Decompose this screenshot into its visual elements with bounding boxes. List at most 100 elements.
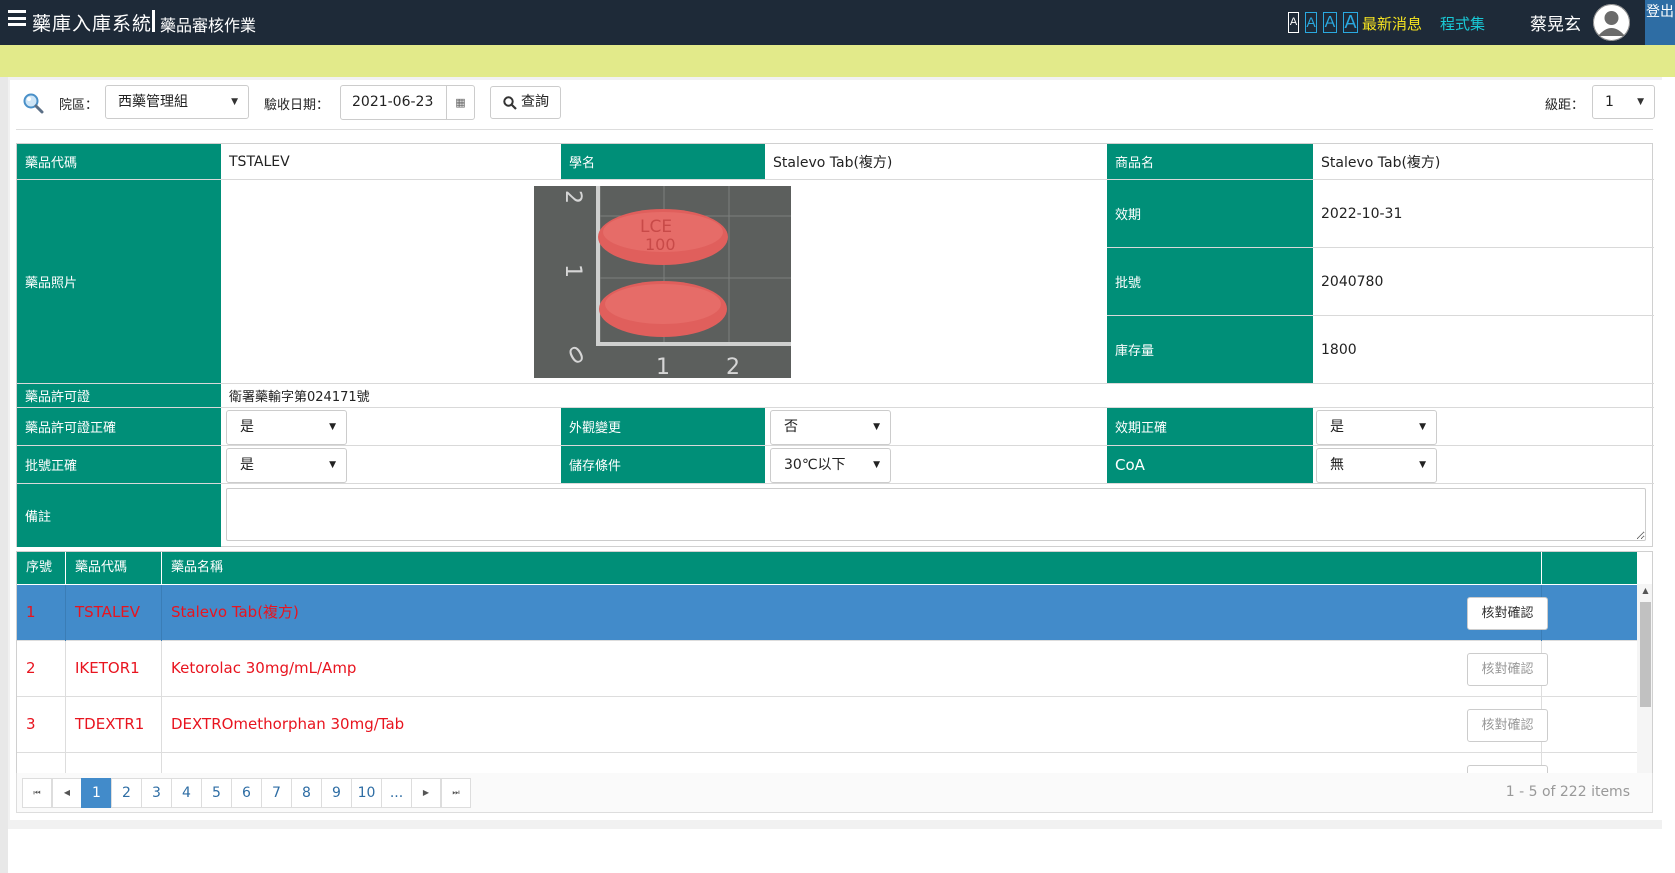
lot-correct-dropdown[interactable]: 是 ▼ bbox=[226, 448, 347, 483]
level-dropdown[interactable]: 1 ▼ bbox=[1592, 85, 1655, 119]
campus-label: 院區： bbox=[59, 98, 99, 113]
top-navbar: 藥庫入庫系統 藥品審核作業 A A A A 最新消息 程式集 蔡晃玄 登出 bbox=[0, 0, 1675, 45]
prev-page-icon[interactable]: ◀ bbox=[52, 778, 82, 808]
license-value: 衛署藥輸字第024171號 bbox=[229, 390, 370, 405]
verify-confirm-button[interactable]: 核對確認 bbox=[1467, 709, 1548, 742]
level-label: 級距： bbox=[1545, 98, 1585, 113]
row-code: IKETOR1 bbox=[66, 641, 162, 697]
lot-correct-label: 批號正確 bbox=[17, 446, 221, 483]
remark-label: 備註 bbox=[17, 484, 221, 547]
page-5[interactable]: 5 bbox=[201, 778, 232, 808]
scrollbar-thumb[interactable] bbox=[1640, 602, 1651, 707]
font-size-large-button[interactable]: A bbox=[1343, 12, 1358, 33]
license-label: 藥品許可證 bbox=[17, 384, 221, 407]
hamburger-menu-icon[interactable] bbox=[8, 10, 26, 26]
appearance-change-value: 否 bbox=[784, 419, 798, 435]
chevron-down-icon: ▼ bbox=[1637, 97, 1644, 107]
receive-date-picker[interactable]: 2021-06-23 ▦ bbox=[340, 85, 475, 120]
chevron-down-icon: ▼ bbox=[873, 422, 880, 432]
coa-label: CoA bbox=[1107, 446, 1313, 483]
last-page-icon[interactable]: ⏭ bbox=[441, 778, 471, 808]
page-9[interactable]: 9 bbox=[321, 778, 352, 808]
campus-dropdown[interactable]: 西藥管理組 ▼ bbox=[105, 85, 249, 119]
next-page-icon[interactable]: ▶ bbox=[411, 778, 441, 808]
programs-link[interactable]: 程式集 bbox=[1440, 13, 1485, 34]
font-size-small-button[interactable]: A bbox=[1305, 12, 1317, 33]
expiry-label: 效期 bbox=[1107, 180, 1313, 247]
row-divider bbox=[17, 483, 1654, 484]
calendar-icon[interactable]: ▦ bbox=[446, 86, 474, 119]
expiry-correct-dropdown[interactable]: 是 ▼ bbox=[1316, 410, 1437, 445]
page-3[interactable]: 3 bbox=[141, 778, 172, 808]
remark-textarea[interactable] bbox=[226, 488, 1646, 541]
latest-news-link[interactable]: 最新消息 bbox=[1362, 13, 1422, 34]
notice-bar bbox=[0, 45, 1675, 77]
column-header-no[interactable]: 序號 bbox=[17, 552, 66, 584]
chevron-down-icon: ▼ bbox=[231, 97, 238, 107]
page-4[interactable]: 4 bbox=[171, 778, 202, 808]
brand-name-label: 商品名 bbox=[1107, 144, 1313, 179]
search-icon bbox=[503, 96, 517, 110]
column-header-name[interactable]: 藥品名稱 bbox=[162, 552, 1542, 584]
app-title: 藥庫入庫系統 bbox=[32, 13, 153, 35]
verify-confirm-button[interactable]: 核對確認 bbox=[1467, 597, 1548, 630]
drug-code-value: TSTALEV bbox=[229, 153, 290, 170]
receive-date-label: 驗收日期： bbox=[264, 98, 330, 113]
page-scrollbar[interactable] bbox=[1662, 77, 1675, 873]
table-row[interactable]: 2 IKETOR1 Ketorolac 30mg/mL/Amp 核對確認 bbox=[17, 641, 1637, 697]
scroll-up-arrow-icon[interactable]: ▲ bbox=[1637, 586, 1652, 595]
user-name: 蔡晃玄 bbox=[1530, 15, 1581, 35]
divider bbox=[16, 129, 1653, 130]
page-2[interactable]: 2 bbox=[111, 778, 142, 808]
expiry-correct-value: 是 bbox=[1330, 419, 1344, 435]
user-avatar-icon[interactable] bbox=[1593, 4, 1630, 41]
row-name: DEXTROmethorphan 30mg/Tab bbox=[162, 697, 1542, 753]
lot-label: 批號 bbox=[1107, 248, 1313, 315]
more-pages[interactable]: ... bbox=[381, 778, 412, 808]
pager-summary: 1 - 5 of 222 items bbox=[1505, 784, 1630, 800]
table-row[interactable]: 3 TDEXTR1 DEXTROmethorphan 30mg/Tab 核對確認 bbox=[17, 697, 1637, 753]
query-button[interactable]: 查詢 bbox=[490, 86, 561, 119]
font-size-xs-button[interactable]: A bbox=[1288, 12, 1299, 33]
row-no: 2 bbox=[17, 641, 66, 697]
font-size-medium-button[interactable]: A bbox=[1323, 12, 1337, 33]
license-correct-dropdown[interactable]: 是 ▼ bbox=[226, 410, 347, 445]
storage-condition-value: 30℃以下 bbox=[784, 457, 846, 473]
column-header-code[interactable]: 藥品代碼 bbox=[66, 552, 162, 584]
table-row[interactable]: 1 TSTALEV Stalevo Tab(複方) 核對確認 bbox=[17, 585, 1637, 641]
chevron-down-icon: ▼ bbox=[329, 422, 336, 432]
chevron-down-icon: ▼ bbox=[873, 460, 880, 470]
query-button-label: 查詢 bbox=[521, 94, 549, 110]
page-7[interactable]: 7 bbox=[261, 778, 292, 808]
page-6[interactable]: 6 bbox=[231, 778, 262, 808]
pill-imprint: 100 bbox=[645, 235, 676, 254]
row-no: 1 bbox=[17, 585, 66, 641]
row-divider bbox=[17, 445, 1654, 446]
drug-photo: 2 1 0 1 2 LCE 100 bbox=[534, 186, 791, 378]
stock-value: 1800 bbox=[1321, 341, 1357, 358]
storage-condition-dropdown[interactable]: 30℃以下 ▼ bbox=[770, 448, 891, 483]
ruler-label: 1 bbox=[656, 355, 670, 378]
ruler-label: 1 bbox=[560, 264, 585, 278]
row-no: 3 bbox=[17, 697, 66, 753]
left-strip bbox=[0, 77, 8, 873]
expiry-correct-label: 效期正確 bbox=[1107, 408, 1313, 445]
verify-confirm-button[interactable]: 核對確認 bbox=[1467, 653, 1548, 686]
first-page-icon[interactable]: ⏮ bbox=[22, 778, 52, 808]
ruler-label: 2 bbox=[726, 355, 740, 378]
page-8[interactable]: 8 bbox=[291, 778, 322, 808]
appearance-change-dropdown[interactable]: 否 ▼ bbox=[770, 410, 891, 445]
coa-dropdown[interactable]: 無 ▼ bbox=[1316, 448, 1437, 483]
page-10[interactable]: 10 bbox=[351, 778, 382, 808]
row-divider bbox=[17, 407, 1654, 408]
row-code: TDEXTR1 bbox=[66, 697, 162, 753]
level-value: 1 bbox=[1605, 94, 1614, 110]
page-1[interactable]: 1 bbox=[81, 778, 112, 808]
chevron-down-icon: ▼ bbox=[1419, 460, 1426, 470]
logout-button[interactable]: 登出 bbox=[1645, 0, 1675, 45]
row-name: Stalevo Tab(複方) bbox=[162, 585, 1542, 641]
drug-detail-form: 藥品代碼 TSTALEV 學名 Stalevo Tab(複方) 商品名 Stal… bbox=[16, 143, 1654, 547]
pill-imprint: LCE bbox=[640, 217, 672, 237]
stock-label: 庫存量 bbox=[1107, 316, 1313, 383]
expiry-value: 2022-10-31 bbox=[1321, 205, 1403, 222]
